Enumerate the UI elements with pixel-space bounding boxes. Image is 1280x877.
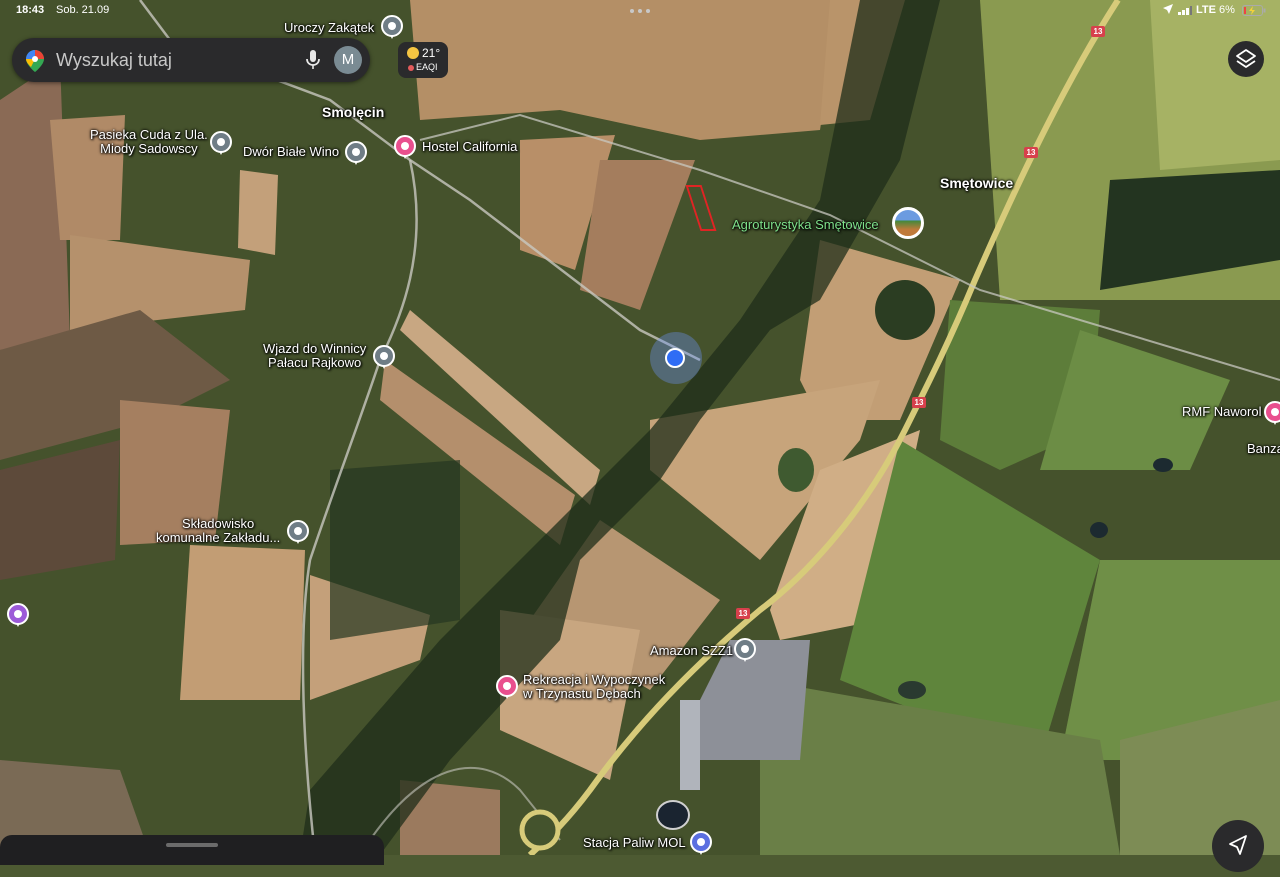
warehouse-lot xyxy=(680,700,700,790)
town-label-smetowice[interactable]: Smętowice xyxy=(940,176,1013,190)
place-label-agroturystyka[interactable]: Agroturystyka Smętowice xyxy=(732,218,879,232)
search-bar[interactable]: Wyszukaj tutaj M xyxy=(12,38,370,82)
route-13-badge: 13 xyxy=(912,397,926,408)
photo-pin-icon[interactable] xyxy=(892,207,924,239)
hotel-pin-icon[interactable] xyxy=(1264,401,1280,425)
weather-temperature: 21° xyxy=(422,46,441,60)
my-location-button[interactable] xyxy=(1212,820,1264,872)
location-arrow-icon xyxy=(1163,4,1173,14)
hotel-pin-icon[interactable] xyxy=(394,135,416,159)
place-pin-icon[interactable] xyxy=(287,520,309,544)
place-pin-icon[interactable] xyxy=(210,131,232,155)
field xyxy=(180,545,305,700)
pond xyxy=(898,681,926,699)
bottom-sheet[interactable] xyxy=(0,835,384,865)
pond xyxy=(1090,522,1108,538)
place-label-stacja-paliw[interactable]: Stacja Paliw MOL xyxy=(583,836,686,850)
place-label-line: Pasieka Cuda z Ula. xyxy=(90,127,208,142)
roundabout xyxy=(519,809,561,851)
place-label-rekreacja[interactable]: Rekreacja i Wypoczynek w Trzynastu Dębac… xyxy=(523,673,665,701)
my-location-dot[interactable] xyxy=(665,348,685,368)
field xyxy=(1150,0,1280,170)
status-time: 18:43 xyxy=(16,4,45,16)
place-pin-icon[interactable] xyxy=(373,345,395,369)
layers-icon xyxy=(1236,49,1256,68)
place-label-skladowisko[interactable]: Składowisko komunalne Zakładu... xyxy=(156,517,280,545)
search-placeholder[interactable]: Wyszukaj tutaj xyxy=(56,50,172,71)
town-label-smolecin[interactable]: Smolęcin xyxy=(322,105,384,119)
fuel-pin-icon[interactable] xyxy=(690,831,712,855)
google-maps-pin-icon xyxy=(26,50,44,77)
place-pin-icon[interactable] xyxy=(381,15,403,39)
signal-icon xyxy=(1178,6,1192,15)
place-label-banza[interactable]: Banza xyxy=(1247,442,1280,456)
route-13-badge: 13 xyxy=(1091,26,1105,37)
place-label-line: Składowisko xyxy=(182,516,255,531)
place-label-rmf-naworol[interactable]: RMF Naworol xyxy=(1182,405,1261,419)
place-pin-icon[interactable] xyxy=(734,638,756,662)
place-label-amazon[interactable]: Amazon SZZ1 xyxy=(650,644,733,658)
navigation-arrow-icon xyxy=(1229,835,1247,855)
place-label-hostel-california[interactable]: Hostel California xyxy=(422,140,517,154)
battery-icon xyxy=(1242,5,1266,16)
place-label-line: w Trzynastu Dębach xyxy=(523,686,641,701)
air-quality-label: EAQI xyxy=(416,62,438,72)
route-13-badge: 13 xyxy=(1024,147,1038,158)
battery-percent: 6% xyxy=(1219,4,1235,16)
pond xyxy=(656,800,690,830)
field xyxy=(238,170,278,255)
attraction-pin-icon[interactable] xyxy=(7,603,29,627)
hotel-pin-icon[interactable] xyxy=(496,675,518,699)
place-label-uroczy-zakatek[interactable]: Uroczy Zakątek xyxy=(284,21,374,35)
air-quality-dot xyxy=(408,65,414,71)
route-13-badge: 13 xyxy=(736,608,750,619)
place-label-line: Pałacu Rajkowo xyxy=(268,355,362,370)
forest xyxy=(330,460,460,640)
place-label-line: Wjazd do Winnicy xyxy=(263,341,367,356)
place-pin-icon[interactable] xyxy=(345,141,367,165)
place-label-line: komunalne Zakładu... xyxy=(156,530,281,545)
account-avatar[interactable]: M xyxy=(334,46,362,74)
multitask-dots-icon[interactable] xyxy=(630,9,650,13)
place-label-pasieka[interactable]: Pasieka Cuda z Ula. Miody Sadowscy xyxy=(90,128,208,156)
status-date: Sob. 21.09 xyxy=(56,4,110,16)
place-label-line: Miody Sadowscy xyxy=(100,141,198,156)
partly-cloudy-icon xyxy=(407,47,419,59)
bottom-sheet-handle[interactable] xyxy=(166,843,218,847)
network-label: LTE xyxy=(1196,4,1216,16)
pond xyxy=(1153,458,1173,472)
place-label-line: Rekreacja i Wypoczynek xyxy=(523,672,666,687)
tree-island xyxy=(875,280,935,340)
microphone-icon[interactable] xyxy=(306,50,320,75)
place-label-wjazd-do-winnicy[interactable]: Wjazd do Winnicy Pałacu Rajkowo xyxy=(263,342,366,370)
layers-button[interactable] xyxy=(1228,41,1264,77)
weather-chip[interactable]: 21° EAQI xyxy=(398,42,448,78)
tree-island xyxy=(778,448,814,492)
place-label-dwor-biale-wino[interactable]: Dwór Białe Wino xyxy=(243,145,339,159)
